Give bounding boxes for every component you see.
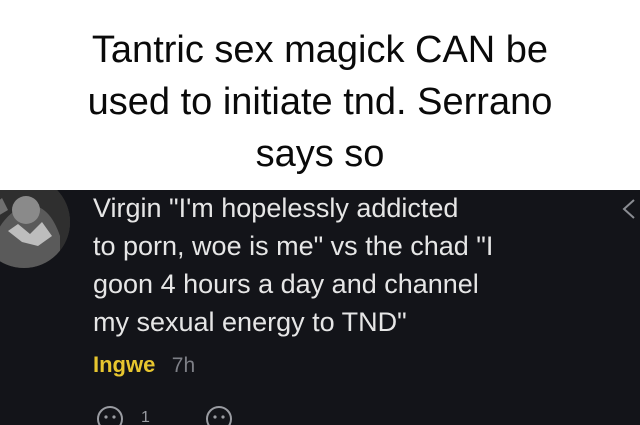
caption-line-3: says so bbox=[255, 133, 385, 175]
caption-line-2: used to initiate tnd. Serrano bbox=[87, 81, 553, 123]
chevron-left-icon[interactable] bbox=[618, 196, 638, 222]
comment-line-1: Virgin "I'm hopelessly addicted bbox=[93, 193, 459, 223]
comment-line-2: to porn, woe is me" vs the chad "I bbox=[93, 231, 494, 261]
comment-panel: Virgin "I'm hopelessly addicted to porn,… bbox=[0, 190, 640, 425]
smiley-face-icon[interactable] bbox=[96, 405, 124, 425]
meme-caption: Tantric sex magick CAN be used to initia… bbox=[0, 0, 640, 190]
comment-meta: Ingwe 7h bbox=[93, 352, 195, 382]
caption-line-1: Tantric sex magick CAN be bbox=[91, 29, 549, 71]
comment-line-3: goon 4 hours a day and channel bbox=[93, 269, 479, 299]
reaction-count: 1 bbox=[141, 409, 150, 425]
comment-timestamp: 7h bbox=[171, 354, 196, 377]
avatar[interactable] bbox=[0, 190, 70, 268]
avatar-image bbox=[0, 190, 70, 268]
comment-line-4: my sexual energy to TND" bbox=[93, 307, 407, 337]
author-name[interactable]: Ingwe bbox=[93, 352, 155, 377]
add-reaction-icon[interactable] bbox=[205, 405, 233, 425]
